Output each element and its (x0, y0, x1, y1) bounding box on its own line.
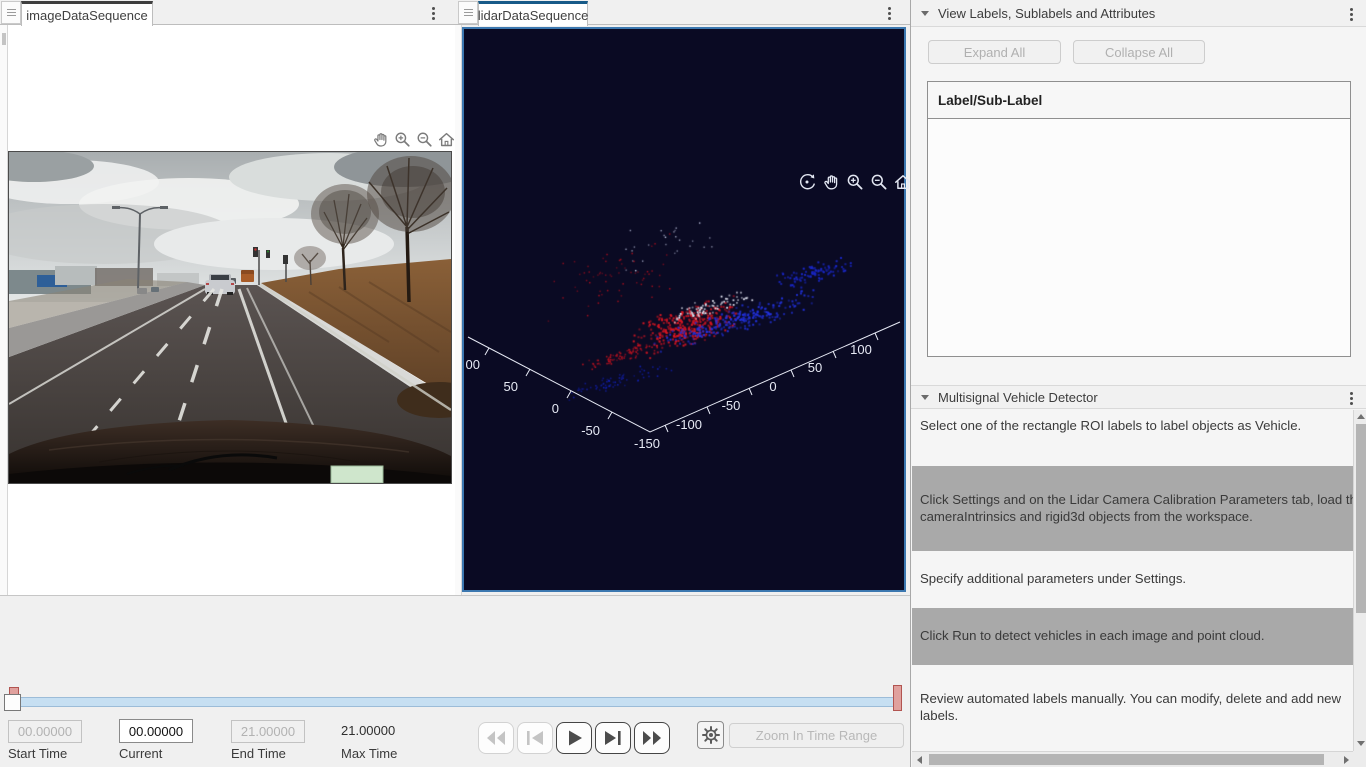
instruction-step: Specify additional parameters under Sett… (912, 551, 1353, 608)
label-table: Label/Sub-Label (927, 81, 1351, 357)
start-time-label: Start Time (8, 746, 68, 761)
image-panel-menu-icon[interactable] (425, 3, 441, 23)
instruction-step: Select one of the rectangle ROI labels t… (912, 410, 1353, 466)
start-time-field[interactable] (8, 720, 82, 743)
right-axis-tick: -50 (722, 398, 741, 413)
previous-frame-button[interactable] (517, 722, 553, 754)
pan-icon[interactable] (371, 130, 390, 149)
collapse-arrow-icon[interactable] (921, 394, 929, 400)
horizontal-scroll-thumb[interactable] (929, 754, 1324, 765)
image-panel-side-strip (0, 25, 8, 595)
zoom-out-icon[interactable] (415, 130, 434, 149)
right-axis-tick: 50 (808, 360, 822, 375)
image-panel-tabbar: imageDataSequence (0, 0, 455, 26)
camera-scene (9, 152, 451, 483)
tab-lidar-data-sequence[interactable]: lidarDataSequence (478, 1, 588, 26)
right-panel: View Labels, Sublabels and Attributes Ex… (910, 0, 1366, 767)
detector-instructions-list: Select one of the rectangle ROI labels t… (912, 410, 1353, 750)
left-axis-tick: 0 (552, 401, 559, 416)
next-frame-button[interactable] (595, 722, 631, 754)
lidar-panel-tabbar: lidarDataSequence (455, 0, 910, 26)
app-window: imageDataSequence lidarDataSequence 00 5… (0, 0, 1366, 767)
collapse-all-label: Collapse All (1105, 44, 1173, 60)
scroll-left-icon[interactable] (912, 752, 926, 767)
end-time-field[interactable] (231, 720, 305, 743)
current-time-label: Current (119, 746, 163, 761)
label-table-header-text: Label/Sub-Label (938, 92, 1043, 108)
image-strip-scroll-nub[interactable] (2, 33, 6, 45)
play-button[interactable] (556, 722, 592, 754)
tab-image-data-sequence[interactable]: imageDataSequence (21, 1, 153, 26)
end-time-label: End Time (231, 746, 286, 761)
zoom-in-icon[interactable] (845, 172, 865, 192)
max-time-value: 21.00000 (341, 723, 396, 738)
rotate3d-icon[interactable] (797, 172, 817, 192)
timeline-bar: 21.00000 Start Time Current End Time Max… (0, 595, 910, 767)
lidar-panel-grip-icon[interactable] (458, 1, 478, 24)
dashboard-sticker (330, 465, 384, 483)
label-table-body[interactable] (928, 119, 1350, 356)
vertical-scrollbar[interactable] (1353, 410, 1366, 751)
right-axis-tick: -150 (634, 436, 660, 451)
instruction-step: Click Settings and on the Lidar Camera C… (912, 466, 1353, 551)
fast-forward-icon (643, 731, 661, 745)
lidar-axes-toolbar (797, 172, 913, 192)
rewind-icon (487, 731, 505, 745)
home-icon[interactable] (437, 130, 456, 149)
gear-icon (701, 726, 720, 744)
timeline-current-handle[interactable] (4, 694, 21, 711)
vertical-scroll-thumb[interactable] (1356, 424, 1366, 613)
scroll-right-icon[interactable] (1339, 752, 1353, 767)
skip-to-end-icon (605, 731, 621, 745)
horizontal-scrollbar[interactable] (912, 751, 1353, 767)
play-icon (569, 730, 582, 746)
lidar-panel-menu-icon[interactable] (881, 3, 897, 23)
camera-image[interactable] (8, 151, 452, 484)
timeline-settings-button[interactable] (697, 721, 724, 749)
detector-section-header[interactable]: Multisignal Vehicle Detector (911, 385, 1366, 409)
zoom-out-icon[interactable] (869, 172, 889, 192)
detector-section-title: Multisignal Vehicle Detector (938, 389, 1098, 405)
instruction-step: Review automated labels manually. You ca… (912, 665, 1353, 750)
left-axis-tick: -50 (581, 423, 600, 438)
rewind-button[interactable] (478, 722, 514, 754)
left-axis-tick: 00 (466, 357, 480, 372)
scroll-down-icon[interactable] (1354, 737, 1366, 750)
right-axis-tick: -100 (676, 417, 702, 432)
timeline-track[interactable] (8, 697, 899, 707)
right-axis-tick: 0 (769, 379, 776, 394)
image-panel-grip-icon[interactable] (1, 1, 21, 24)
label-table-header: Label/Sub-Label (928, 82, 1350, 119)
labels-section-header[interactable]: View Labels, Sublabels and Attributes (911, 0, 1366, 27)
current-time-field[interactable] (119, 719, 193, 743)
detector-section-menu-icon[interactable] (1343, 388, 1359, 408)
pan-icon[interactable] (821, 172, 841, 192)
collapse-arrow-icon[interactable] (921, 10, 929, 16)
orange-vehicle (241, 270, 254, 282)
expand-all-label: Expand All (963, 44, 1026, 60)
lidar-axes: 00 50 0 -50 -150 -100 -50 0 50 100 (466, 321, 901, 451)
fast-forward-button[interactable] (634, 722, 670, 754)
zoom-in-time-range-button[interactable]: Zoom In Time Range (729, 723, 904, 748)
zoom-in-icon[interactable] (393, 130, 412, 149)
labels-section-menu-icon[interactable] (1343, 4, 1359, 24)
expand-all-button[interactable]: Expand All (928, 40, 1061, 64)
max-time-label: Max Time (341, 746, 398, 761)
tab-lidar-label: lidarDataSequence (477, 7, 589, 23)
timeline-range-end-flag[interactable] (893, 685, 902, 711)
tab-image-label: imageDataSequence (26, 7, 148, 23)
scrollbar-corner (1353, 751, 1366, 767)
lidar-viewport[interactable]: 00 50 0 -50 -150 -100 -50 0 50 100 (462, 27, 911, 592)
collapse-all-button[interactable]: Collapse All (1073, 40, 1205, 64)
labels-section-title: View Labels, Sublabels and Attributes (938, 5, 1156, 21)
lidar-panel-side-strip (455, 25, 462, 595)
zoom-in-time-range-label: Zoom In Time Range (755, 728, 878, 743)
skip-to-start-icon (527, 731, 543, 745)
scroll-up-icon[interactable] (1354, 410, 1366, 423)
image-axes-toolbar (371, 130, 456, 149)
left-axis-tick: 50 (504, 379, 518, 394)
right-axis-tick: 100 (850, 342, 872, 357)
instruction-step: Click Run to detect vehicles in each ima… (912, 608, 1353, 665)
